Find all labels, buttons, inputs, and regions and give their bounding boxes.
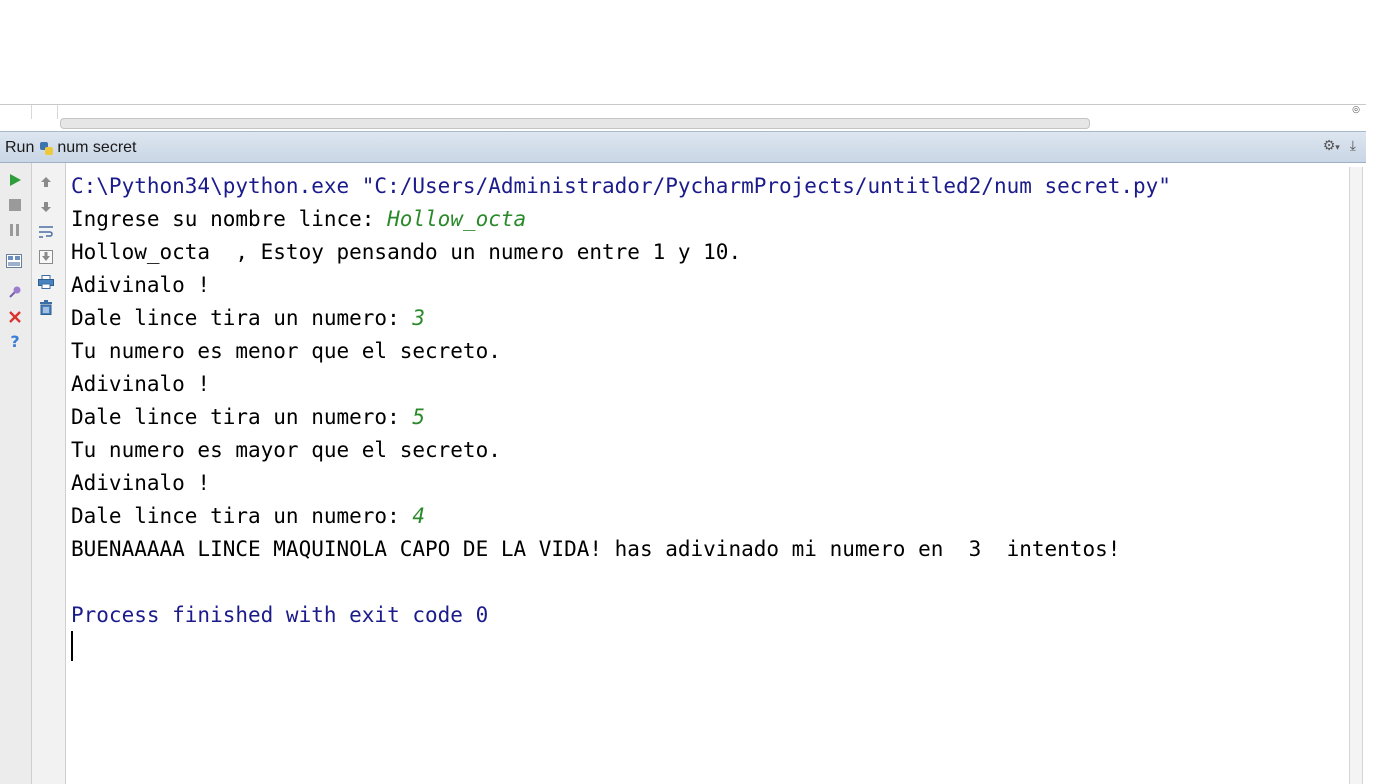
console-actions-toolbar <box>32 163 66 784</box>
program-output-text: Tu numero es mayor que el secreto. <box>71 438 501 462</box>
editor-horizontal-scrollbar[interactable] <box>60 118 1090 129</box>
console-line: Adivinalo ! <box>71 470 210 496</box>
gutter-divider <box>31 105 32 119</box>
help-icon[interactable]: ? <box>6 332 24 351</box>
run-panel-title: Run num secret <box>5 139 137 157</box>
text-cursor <box>71 631 73 661</box>
soft-wrap-icon[interactable] <box>37 223 55 241</box>
run-tab-label[interactable]: Run <box>5 139 34 157</box>
program-output-text: Dale lince tira un numero: <box>71 306 413 330</box>
python-icon <box>40 141 54 155</box>
pause-icon[interactable] <box>6 221 24 239</box>
user-input-text: Hollow_octa <box>387 207 527 231</box>
program-output-text: Ingrese su nombre lince: <box>71 207 388 231</box>
program-output-text: Dale lince tira un numero: <box>71 504 413 528</box>
program-output-text: Hollow_octa , Estoy pensando un numero e… <box>71 240 742 264</box>
user-input-text: 5 <box>412 405 426 429</box>
user-input-text: 3 <box>412 306 426 330</box>
console-line: BUENAAAAA LINCE MAQUINOLA CAPO DE LA VID… <box>71 536 1120 562</box>
console-line: Tu numero es mayor que el secreto. <box>71 437 501 463</box>
program-output-text: Adivinalo ! <box>71 471 211 495</box>
program-output-text: Adivinalo ! <box>71 372 211 396</box>
system-output-text: Process finished with exit code 0 <box>71 603 489 627</box>
clear-all-icon[interactable] <box>37 298 55 316</box>
program-output-text: Adivinalo ! <box>71 273 211 297</box>
run-controls-toolbar: ? <box>0 163 32 784</box>
run-icon[interactable] <box>6 171 24 189</box>
console-line: Hollow_octa , Estoy pensando un numero e… <box>71 239 741 265</box>
console-line: C:\Python34\python.exe "C:/Users/Adminis… <box>71 173 1171 199</box>
program-output-text: BUENAAAAA LINCE MAQUINOLA CAPO DE LA VID… <box>71 537 1121 561</box>
console-line: Tu numero es menor que el secreto. <box>71 338 501 364</box>
console-vertical-scrollbar[interactable] <box>1349 167 1363 784</box>
run-config-name[interactable]: num secret <box>57 139 136 157</box>
system-output-text: C:\Python34\python.exe "C:/Users/Adminis… <box>71 174 1171 198</box>
run-panel-header: Run num secret ⚙▾ ⤓ <box>0 131 1366 163</box>
console-line: Process finished with exit code 0 <box>71 602 488 628</box>
program-output-text: Tu numero es menor que el secreto. <box>71 339 501 363</box>
console-line: Adivinalo ! <box>71 371 210 397</box>
console-line: Dale lince tira un numero: 5 <box>71 404 425 430</box>
console-line: Dale lince tira un numero: 4 <box>71 503 425 529</box>
scroll-down-icon[interactable] <box>37 198 55 216</box>
console-output[interactable]: C:\Python34\python.exe "C:/Users/Adminis… <box>66 163 1349 784</box>
close-icon[interactable] <box>6 308 24 326</box>
pin-icon[interactable] <box>6 283 24 301</box>
stop-icon[interactable] <box>6 196 24 214</box>
run-header-tools: ⚙▾ ⤓ <box>1323 138 1356 154</box>
layout-icon[interactable] <box>5 252 23 270</box>
eye-icon[interactable]: ◎ <box>1352 105 1360 115</box>
scroll-to-end-icon[interactable] <box>37 248 55 266</box>
program-output-text: Dale lince tira un numero: <box>71 405 413 429</box>
gear-icon[interactable]: ⚙▾ <box>1323 138 1340 154</box>
hide-icon[interactable]: ⤓ <box>1350 138 1356 154</box>
scroll-up-icon[interactable] <box>37 173 55 191</box>
print-icon[interactable] <box>37 273 55 291</box>
console-line: Adivinalo ! <box>71 272 210 298</box>
console-line: Dale lince tira un numero: 3 <box>71 305 425 331</box>
user-input-text: 4 <box>412 504 426 528</box>
console-line: Ingrese su nombre lince: Hollow_octa <box>71 206 526 232</box>
gutter-divider <box>57 105 58 119</box>
editor-area-strip: ◎ <box>0 104 1366 130</box>
